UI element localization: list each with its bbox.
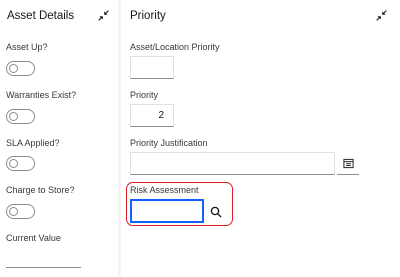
asset-details-title: Asset Details xyxy=(7,10,75,22)
list-select-icon xyxy=(342,158,354,168)
toggle-knob xyxy=(9,112,18,121)
select-value-button[interactable] xyxy=(337,152,359,175)
asset-location-priority-label: Asset/Location Priority xyxy=(130,42,220,52)
sla-applied-toggle[interactable] xyxy=(6,156,35,171)
current-value-input[interactable] xyxy=(6,267,81,268)
charge-to-store-toggle[interactable] xyxy=(6,204,35,219)
risk-assessment-input[interactable] xyxy=(130,199,204,223)
priority-justification-label: Priority Justification xyxy=(130,138,208,148)
toggle-knob xyxy=(9,64,18,73)
current-value-label: Current Value xyxy=(6,233,61,243)
asset-up-label: Asset Up? xyxy=(6,42,48,52)
collapse-icon[interactable] xyxy=(97,9,110,22)
charge-to-store-label: Charge to Store? xyxy=(6,185,75,195)
search-icon xyxy=(210,206,222,217)
toggle-knob xyxy=(9,159,18,168)
priority-justification-input[interactable] xyxy=(130,152,335,175)
asset-location-priority-input[interactable] xyxy=(130,56,174,79)
priority-input[interactable]: 2 xyxy=(130,104,174,127)
collapse-icon[interactable] xyxy=(375,9,388,22)
priority-panel: Priority Asset/Location Priority Priorit… xyxy=(121,0,400,277)
toggle-knob xyxy=(9,207,18,216)
sla-applied-label: SLA Applied? xyxy=(6,138,60,148)
asset-up-toggle[interactable] xyxy=(6,61,35,76)
priority-title: Priority xyxy=(130,10,166,22)
warranties-exist-toggle[interactable] xyxy=(6,109,35,124)
risk-assessment-lookup-button[interactable] xyxy=(205,200,227,223)
asset-details-panel: Asset Details Asset Up? Warranties Exist… xyxy=(0,0,118,277)
priority-label: Priority xyxy=(130,90,159,100)
warranties-exist-label: Warranties Exist? xyxy=(6,90,77,100)
risk-assessment-label: Risk Assessment xyxy=(130,185,199,195)
